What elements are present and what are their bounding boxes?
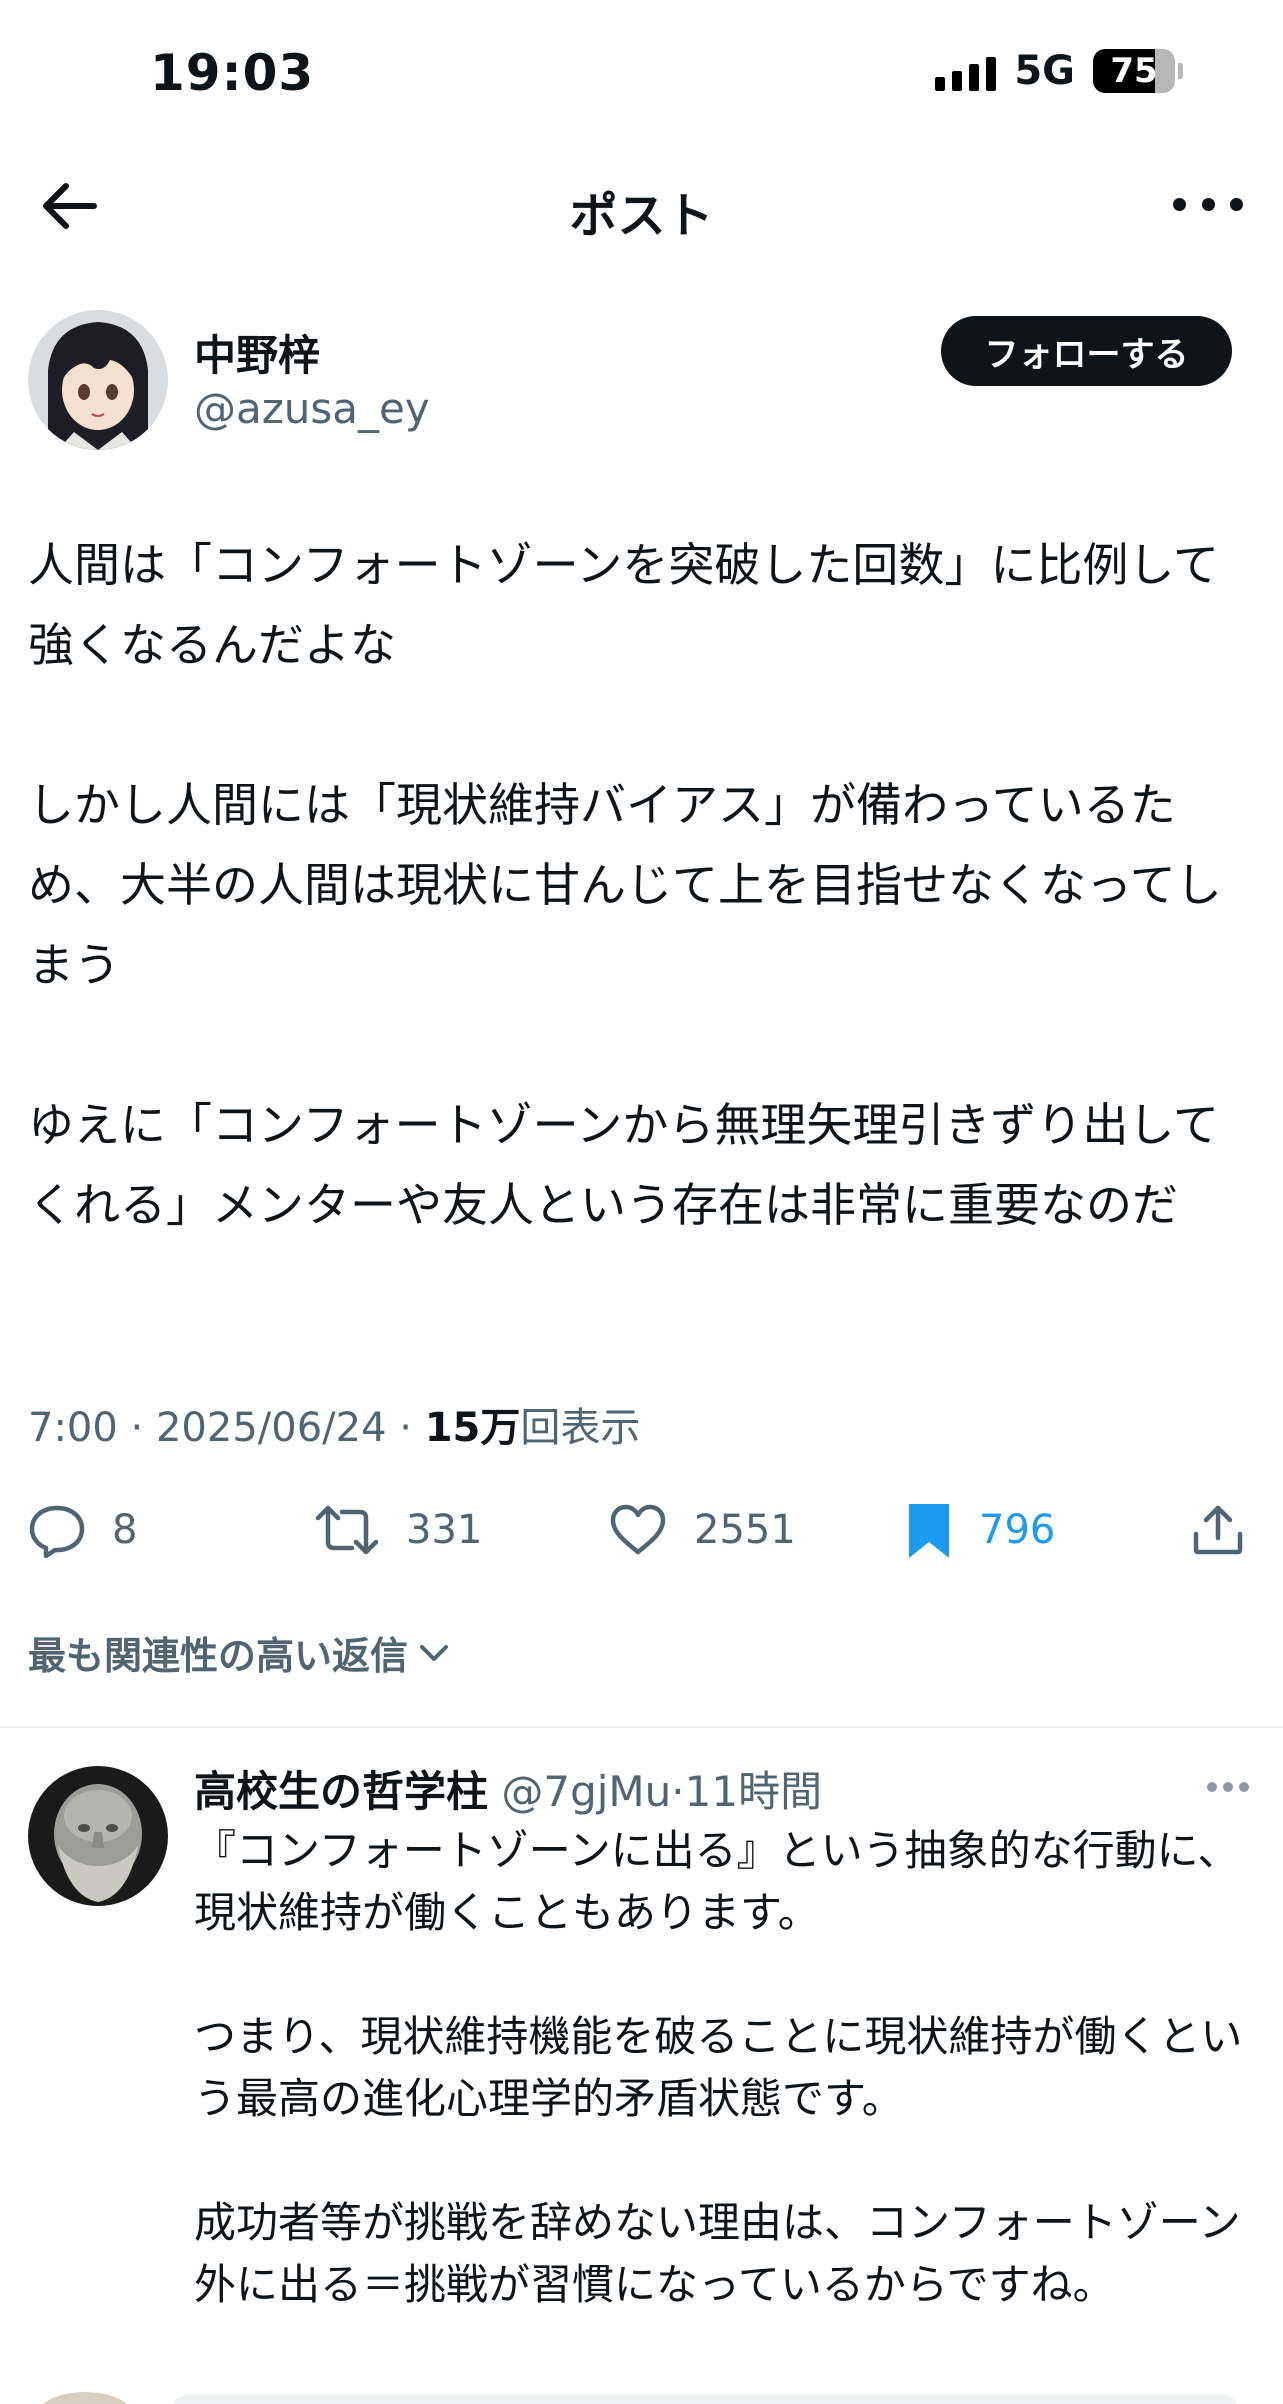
chevron-down-icon: [420, 1644, 449, 1661]
post-paragraph: 人間は「コンフォートゾーンを突破した回数」に比例して強くなるんだよな: [28, 538, 1219, 672]
page-title: ポスト: [569, 188, 714, 244]
like-button[interactable]: 2551: [608, 1490, 796, 1570]
network-type: 5G: [1014, 48, 1075, 94]
like-count: 2551: [694, 1507, 796, 1553]
next-reply-avatar: [40, 2392, 130, 2404]
post-time: 7:00: [28, 1405, 118, 1451]
follow-button[interactable]: フォローする: [941, 316, 1232, 386]
battery-icon: 75: [1093, 49, 1183, 93]
post-actions: 8 331 2551 796: [0, 1490, 1283, 1570]
reply-icon: [29, 1505, 85, 1558]
author-handle[interactable]: @azusa_ey: [194, 384, 430, 433]
author-avatar[interactable]: [28, 310, 168, 450]
reply-author-name[interactable]: 高校生の哲学柱: [194, 1767, 488, 1816]
author-name[interactable]: 中野梓: [194, 322, 320, 383]
bookmark-button[interactable]: 796: [905, 1490, 1055, 1570]
views-count: 15万: [424, 1405, 521, 1451]
reply-author-avatar[interactable]: [28, 1766, 168, 1906]
status-time: 19:03: [150, 44, 315, 102]
reply-button[interactable]: 8: [28, 1490, 137, 1570]
nav-header: ポスト: [0, 160, 1283, 250]
reply-more-button[interactable]: [1207, 1780, 1249, 1794]
reply-composer-bar[interactable]: [170, 2394, 1240, 2404]
share-icon: [1193, 1505, 1243, 1555]
reply-body: 『コンフォートゾーンに出る』という抽象的な行動に、現状維持が働くこともあります。…: [194, 1820, 1254, 2316]
repost-count: 331: [406, 1507, 483, 1553]
reply-sort-dropdown[interactable]: 最も関連性の高い返信: [28, 1625, 452, 1680]
reply-header: 高校生の哲学柱 @7gjMu·11時間: [194, 1767, 823, 1816]
more-options-button[interactable]: [1173, 182, 1243, 226]
post-meta: 7:00 · 2025/06/24 · 15万回表示: [28, 1405, 641, 1451]
repost-button[interactable]: 331: [314, 1490, 482, 1570]
post-detail-screen: 19:03 5G 75 ポスト 中野梓 @azusa_ey フォローする 人間は…: [0, 0, 1283, 2404]
heart-icon: [610, 1504, 666, 1555]
repost-icon: [315, 1505, 379, 1555]
status-indicators: 5G 75: [935, 48, 1183, 94]
cellular-signal-icon: [935, 51, 997, 91]
more-horizontal-icon: [1207, 1782, 1217, 1792]
bookmark-count: 796: [979, 1507, 1056, 1553]
reply-paragraph: 『コンフォートゾーンに出る』という抽象的な行動に、現状維持が働くこともあります。: [194, 1826, 1240, 1937]
post-paragraph: ゆえに「コンフォートゾーンから無理矢理引きずり出してくれる」メンターや友人という…: [28, 1098, 1219, 1232]
battery-percent: 75: [1110, 51, 1158, 91]
reply-sort-label: 最も関連性の高い返信: [28, 1634, 409, 1678]
views-label: 回表示: [520, 1405, 641, 1451]
post-paragraph: しかし人間には「現状維持バイアス」が備わっているため、大半の人間は現状に甘んじて…: [28, 778, 1222, 992]
bookmark-filled-icon: [909, 1504, 949, 1558]
more-horizontal-icon: [1173, 197, 1186, 211]
divider: [0, 1726, 1283, 1728]
post-body: 人間は「コンフォートゾーンを突破した回数」に比例して強くなるんだよな しかし人間…: [28, 525, 1253, 1245]
reply-time: 11時間: [684, 1767, 823, 1816]
reply-count: 8: [112, 1507, 138, 1553]
reply-paragraph: つまり、現状維持機能を破ることに現状維持が働くという最高の進化心理学的矛盾状態で…: [194, 2012, 1243, 2123]
reply-paragraph: 成功者等が挑戦を辞めない理由は、コンフォートゾーン外に出る＝挑戦が習慣になってい…: [194, 2198, 1241, 2309]
reply-author-handle[interactable]: @7gjMu: [501, 1767, 671, 1816]
post-date: 2025/06/24: [155, 1405, 387, 1451]
share-button[interactable]: [1190, 1490, 1246, 1570]
